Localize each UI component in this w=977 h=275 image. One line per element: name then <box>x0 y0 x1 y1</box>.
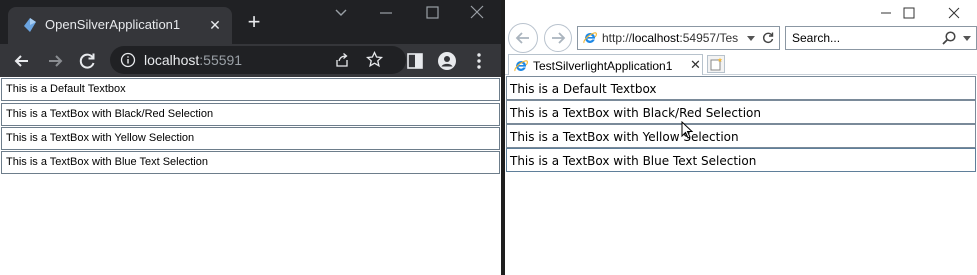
reload-icon[interactable] <box>76 50 98 72</box>
address-url: localhost:55591 <box>144 52 242 68</box>
tab-title: TestSilverlightApplication1 <box>533 59 673 73</box>
forward-button[interactable] <box>544 24 572 52</box>
search-box[interactable]: Search... <box>785 26 977 50</box>
forward-arrow-icon <box>552 32 566 44</box>
maximize-icon[interactable] <box>902 6 916 20</box>
ie-page-content: This is a Default Textbox This is a Text… <box>505 75 977 275</box>
share-icon[interactable] <box>334 52 350 68</box>
default-textbox[interactable]: This is a Default Textbox <box>1 78 500 101</box>
black-red-selection-textbox[interactable]: This is a TextBox with Black/Red Selecti… <box>1 103 500 126</box>
address-bar[interactable]: http://localhost:54957/Tes <box>577 26 780 50</box>
close-window-icon[interactable] <box>947 6 961 20</box>
chrome-browser-window: OpenSilverApplication1 ✕ + localhost:555… <box>0 0 501 275</box>
bookmark-star-icon[interactable] <box>366 51 383 68</box>
close-window-icon[interactable] <box>467 4 487 22</box>
refresh-icon[interactable] <box>761 31 775 45</box>
new-tab-button[interactable] <box>707 55 725 73</box>
url-host: localhost <box>632 31 680 45</box>
ie-browser-window: http://localhost:54957/Tes Search... Tes… <box>505 0 977 275</box>
search-placeholder: Search... <box>792 31 841 45</box>
yellow-selection-textbox[interactable]: This is a TextBox with Yellow Selection <box>506 124 976 148</box>
dropdown-arrow-icon[interactable] <box>746 35 756 43</box>
chrome-page-content: This is a Default Textbox This is a Text… <box>0 77 501 275</box>
tab-title: OpenSilverApplication1 <box>45 17 181 32</box>
tab-search-icon[interactable] <box>331 4 351 22</box>
back-arrow-icon <box>515 32 529 44</box>
default-textbox[interactable]: This is a Default Textbox <box>506 76 976 100</box>
back-button[interactable] <box>508 23 538 53</box>
black-red-selection-textbox[interactable]: This is a TextBox with Black/Red Selecti… <box>506 100 976 124</box>
ie-logo-icon <box>583 32 597 44</box>
ie-logo-icon <box>514 60 528 72</box>
back-arrow-icon[interactable] <box>11 50 33 72</box>
address-bar[interactable]: localhost:55591 <box>110 46 406 74</box>
side-panel-icon[interactable] <box>404 50 426 72</box>
minimize-icon[interactable] <box>879 6 893 20</box>
blue-text-selection-textbox[interactable]: This is a TextBox with Blue Text Selecti… <box>506 148 976 172</box>
ie-tab-row: TestSilverlightApplication1 ✕ <box>505 53 977 76</box>
opensilver-icon <box>24 18 36 32</box>
maximize-icon[interactable] <box>422 4 442 22</box>
search-icon[interactable] <box>941 30 957 46</box>
profile-avatar-icon[interactable] <box>436 50 458 72</box>
close-tab-icon[interactable]: ✕ <box>690 57 701 73</box>
search-dropdown-arrow-icon[interactable] <box>962 35 972 43</box>
site-info-icon[interactable] <box>120 52 136 68</box>
url-host: localhost <box>144 52 200 68</box>
url-scheme: http:// <box>602 31 633 45</box>
minimize-icon[interactable] <box>376 4 396 22</box>
url-port: :55591 <box>199 52 243 68</box>
kebab-menu-icon[interactable] <box>468 50 490 72</box>
address-url: http://localhost:54957/Tes <box>602 31 742 45</box>
yellow-selection-textbox[interactable]: This is a TextBox with Yellow Selection <box>1 127 500 150</box>
chrome-title-bar: OpenSilverApplication1 ✕ + <box>0 0 501 44</box>
forward-arrow-icon[interactable] <box>44 50 66 72</box>
chrome-toolbar: localhost:55591 <box>0 44 501 77</box>
close-tab-icon[interactable]: ✕ <box>206 16 224 34</box>
url-rest: :54957/Tes <box>679 31 739 45</box>
blue-text-selection-textbox[interactable]: This is a TextBox with Blue Text Selecti… <box>1 151 500 174</box>
new-tab-button[interactable]: + <box>244 11 264 33</box>
new-tab-icon <box>710 57 723 71</box>
chrome-tab-opensilver[interactable]: OpenSilverApplication1 ✕ <box>8 7 232 44</box>
mouse-cursor-icon <box>681 121 693 139</box>
tab-testsilverlight[interactable]: TestSilverlightApplication1 ✕ <box>508 54 703 76</box>
